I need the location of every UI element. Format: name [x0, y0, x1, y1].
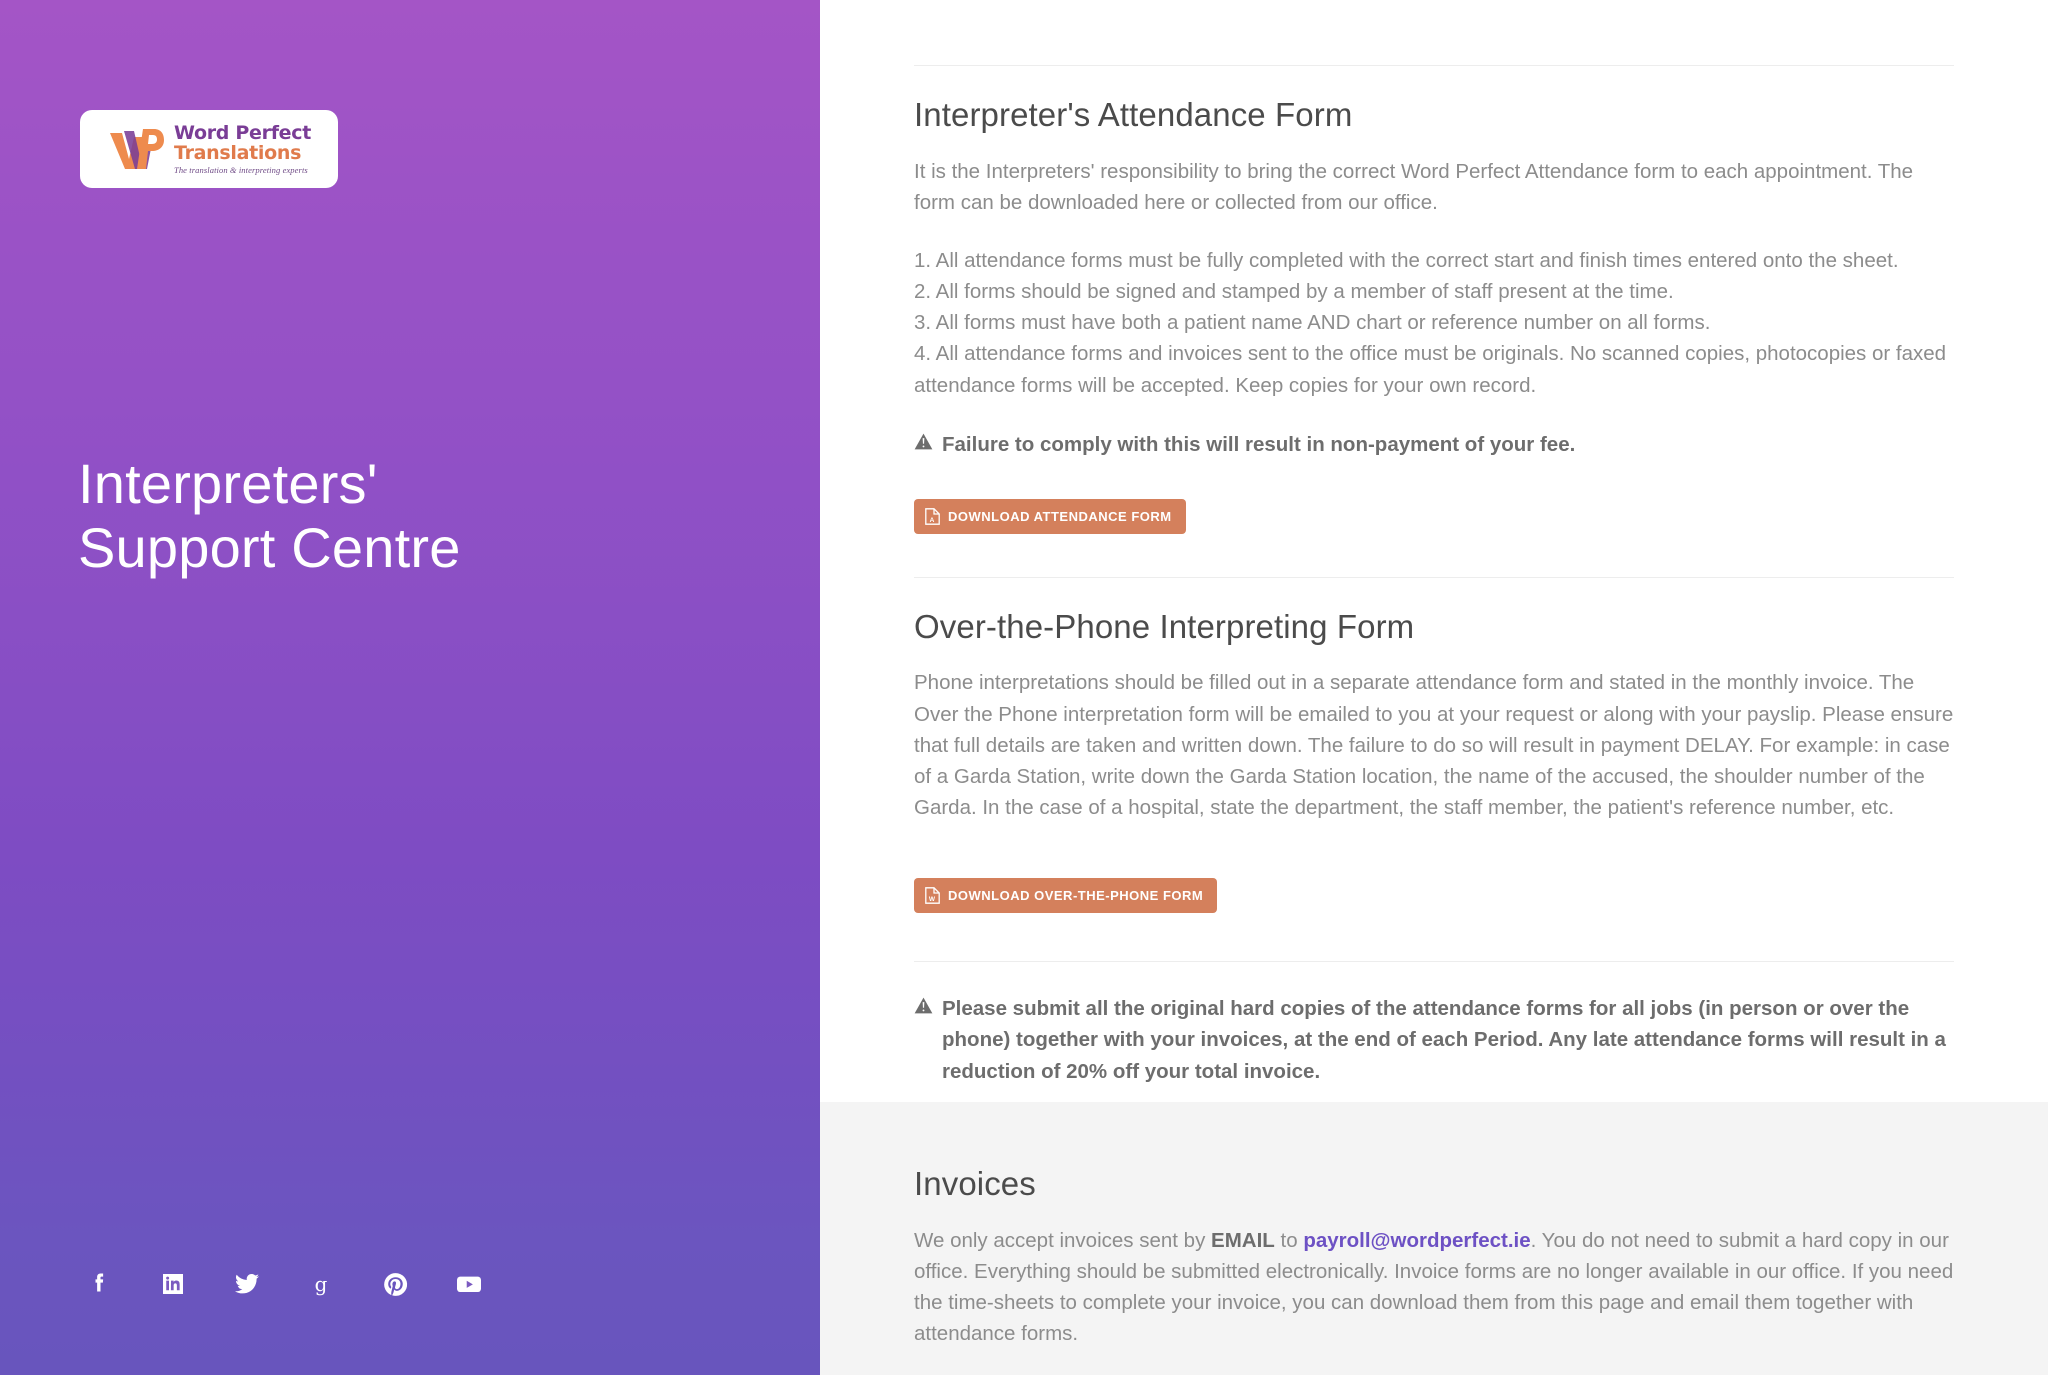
- rule-item: 2. All forms should be signed and stampe…: [914, 280, 1674, 304]
- site-logo[interactable]: Word Perfect Translations The translatio…: [80, 110, 338, 188]
- attendance-intro: It is the Interpreters' responsibility t…: [914, 159, 1914, 214]
- content-column: Interpreter's Attendance Form It is the …: [914, 0, 1954, 1087]
- facebook-icon[interactable]: [82, 1267, 116, 1301]
- page-title-line-2: Support Centre: [78, 515, 461, 579]
- invoices-p1-part-b: to: [1274, 1228, 1304, 1252]
- download-over-the-phone-form-button[interactable]: W DOWNLOAD OVER-THE-PHONE FORM: [914, 878, 1218, 914]
- page-title-line-1: Interpreters': [78, 452, 378, 515]
- invoices-email-word: EMAIL: [1211, 1228, 1275, 1252]
- payroll-email-link[interactable]: payroll@wordperfect.ie: [1303, 1229, 1530, 1252]
- rule-item: 3. All forms must have both a patient na…: [914, 311, 1711, 335]
- youtube-icon[interactable]: [452, 1267, 486, 1301]
- wp-monogram-icon: [107, 125, 165, 173]
- rule-item: 1. All attendance forms must be fully co…: [914, 248, 1899, 272]
- submit-warning-text: Please submit all the original hard copi…: [942, 997, 1946, 1083]
- logo-line-2: Translations: [174, 141, 302, 164]
- section-submit-warning: Please submit all the original hard copi…: [914, 962, 1954, 1086]
- svg-text:W: W: [929, 896, 936, 903]
- attendance-warning-text: Failure to comply with this will result …: [942, 432, 1576, 456]
- attendance-warning: Failure to comply with this will result …: [914, 429, 1954, 460]
- linkedin-icon[interactable]: [156, 1267, 190, 1301]
- social-links: g: [82, 1267, 486, 1301]
- attendance-heading: Interpreter's Attendance Form: [914, 96, 1353, 133]
- attendance-rules: 1. All attendance forms must be fully co…: [914, 245, 1954, 401]
- twitter-icon[interactable]: [230, 1267, 264, 1301]
- svg-text:g: g: [315, 1273, 328, 1296]
- page-title: Interpreters' Support Centre: [78, 452, 718, 580]
- section-attendance-form: Interpreter's Attendance Form It is the …: [914, 66, 1954, 577]
- pdf-file-icon: A: [925, 507, 940, 525]
- download-attendance-label: DOWNLOAD ATTENDANCE FORM: [948, 508, 1172, 524]
- invoices-heading: Invoices: [914, 1165, 1036, 1202]
- rule-item: 4. All attendance forms and invoices sen…: [914, 342, 1947, 397]
- otp-heading: Over-the-Phone Interpreting Form: [914, 607, 1415, 645]
- invoices-paragraph-1: We only accept invoices sent by EMAIL to…: [914, 1225, 1954, 1350]
- logo-tagline: The translation & interpreting experts: [174, 164, 308, 175]
- word-file-icon: W: [925, 887, 940, 905]
- section-over-the-phone-form: Over-the-Phone Interpreting Form Phone i…: [914, 578, 1954, 961]
- google-plus-icon[interactable]: g: [304, 1267, 338, 1301]
- invoices-content: Invoices We only accept invoices sent by…: [914, 1164, 1954, 1375]
- svg-text:A: A: [930, 517, 935, 524]
- pinterest-icon[interactable]: [378, 1267, 412, 1301]
- main-content: Interpreter's Attendance Form It is the …: [820, 0, 2048, 1375]
- download-attendance-form-button[interactable]: A DOWNLOAD ATTENDANCE FORM: [914, 498, 1186, 534]
- otp-body: Phone interpretations should be filled o…: [914, 671, 1954, 820]
- section-invoices: Invoices We only accept invoices sent by…: [820, 1102, 2048, 1375]
- warning-triangle-icon: [914, 997, 933, 1014]
- invoices-p1-part-a: We only accept invoices sent by: [914, 1228, 1212, 1252]
- warning-triangle-icon: [914, 433, 933, 450]
- logo-line-1: Word Perfect: [174, 121, 311, 144]
- submit-warning: Please submit all the original hard copi…: [914, 993, 1954, 1086]
- download-otp-label: DOWNLOAD OVER-THE-PHONE FORM: [948, 888, 1204, 904]
- page-root: Word Perfect Translations The translatio…: [0, 0, 2048, 1375]
- sidebar: Word Perfect Translations The translatio…: [0, 0, 820, 1375]
